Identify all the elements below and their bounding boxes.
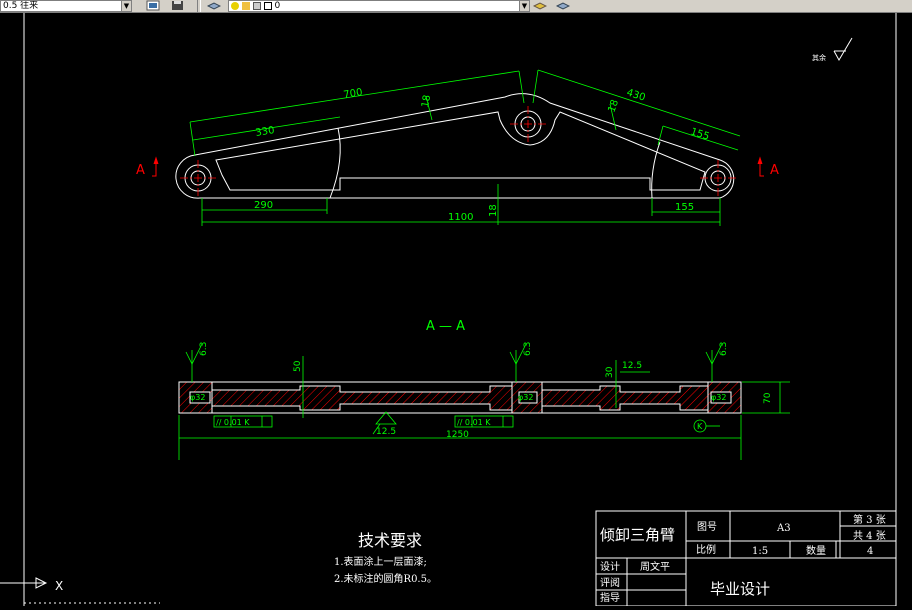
section-title: A — A <box>426 319 465 334</box>
drawing-svg: 其余 700 330 430 155 18 18 290 155 1100 18… <box>0 13 897 607</box>
section-view <box>178 381 742 414</box>
dim-700: 700 <box>343 87 364 101</box>
dim-phi32-c: φ32 <box>711 393 726 402</box>
guide-label: 指导 <box>600 591 620 604</box>
layers-icon[interactable] <box>207 0 221 11</box>
layer-states-icon[interactable] <box>146 0 160 11</box>
ucs-icon: X <box>0 577 63 593</box>
qty-value: 4 <box>867 546 873 557</box>
dim-phi32-a: φ32 <box>190 393 205 402</box>
surface-roughness-symbol: 其余 <box>812 37 853 62</box>
make-current-icon[interactable] <box>533 0 547 11</box>
dim-290: 290 <box>254 200 273 211</box>
dim-330: 330 <box>255 125 276 139</box>
lock-icon <box>252 1 261 10</box>
dim-18-a: 18 <box>420 94 433 108</box>
tolerance-2: // 0.01 K <box>457 418 491 427</box>
layer-dropdown-value: 0.5 往来 <box>3 1 39 11</box>
dim-430: 430 <box>625 87 647 103</box>
layer-combo[interactable]: 0 ▼ <box>228 0 530 12</box>
ucs-x-label: X <box>55 579 63 593</box>
drawing-canvas[interactable]: 其余 700 330 430 155 18 18 290 155 1100 18… <box>0 13 912 607</box>
arm-top-view <box>175 93 735 199</box>
section-label-left: A <box>136 163 145 178</box>
sheet-label: 第 3 张 <box>853 513 886 526</box>
roughness-6-3-c: 6.3 <box>719 342 729 356</box>
tech-requirements: 技术要求 1.表面涂上一层面漆; 2.未标注的圆角R0.5。 <box>334 531 437 585</box>
dim-70: 70 <box>763 392 773 404</box>
project-title: 毕业设计 <box>710 580 770 598</box>
chevron-down-icon[interactable]: ▼ <box>121 1 131 11</box>
layer-dropdown[interactable]: 0.5 往来 ▼ <box>0 0 132 12</box>
tech-line-1: 1.表面涂上一层面漆; <box>334 555 427 568</box>
save-icon[interactable] <box>171 0 185 11</box>
top-view-dimension-texts: 700 330 430 155 18 18 290 155 1100 18 <box>254 87 711 223</box>
section-label-right: A <box>770 163 779 178</box>
roughness-6-3-b: 6.3 <box>523 342 533 356</box>
dim-30: 30 <box>605 366 615 378</box>
bulb-icon <box>231 1 239 10</box>
design-label: 设计 <box>600 560 620 573</box>
cad-toolbar: 0.5 往来 ▼ 0 ▼ <box>0 0 912 13</box>
layer-combo-value: 0 <box>274 1 281 11</box>
qty-label: 数量 <box>806 544 826 557</box>
chevron-down-icon[interactable]: ▼ <box>519 1 529 11</box>
dim-phi32-b: φ32 <box>518 393 533 402</box>
layer-previous-icon[interactable] <box>556 0 570 11</box>
surface-mark-text: 其余 <box>812 53 826 62</box>
drawing-no: A3 <box>776 523 791 534</box>
toolbar-separator <box>197 0 201 12</box>
tech-title: 技术要求 <box>358 531 422 550</box>
roughness-6-3-a: 6.3 <box>199 342 209 356</box>
designer-name: 周文平 <box>640 560 670 573</box>
total-label: 共 4 张 <box>853 530 886 542</box>
roughness-12-5: 12.5 <box>376 427 396 437</box>
color-swatch-icon <box>263 1 272 10</box>
dim-12-5-top: 12.5 <box>622 361 642 371</box>
scale-value: 1:5 <box>752 546 768 557</box>
drawing-frame <box>23 13 897 606</box>
dim-18-c: 18 <box>488 204 499 217</box>
dim-1100: 1100 <box>448 212 473 223</box>
part-name: 倾卸三角臂 <box>600 526 675 544</box>
dim-155-bottom: 155 <box>675 202 694 213</box>
scale-label: 比例 <box>696 543 716 556</box>
tech-line-2: 2.未标注的圆角R0.5。 <box>334 572 437 585</box>
sun-icon <box>241 1 250 10</box>
review-label: 评阅 <box>600 576 620 589</box>
drawing-no-label: 图号 <box>697 521 717 533</box>
dim-155-right: 155 <box>689 126 711 142</box>
section-markers: A A A — A <box>136 156 779 334</box>
datum-k: K <box>697 422 703 431</box>
tolerance-1: // 0.01 K <box>216 418 250 427</box>
dim-18-b: 18 <box>606 98 621 114</box>
dim-50: 50 <box>293 360 303 372</box>
dim-1250: 1250 <box>446 430 469 440</box>
